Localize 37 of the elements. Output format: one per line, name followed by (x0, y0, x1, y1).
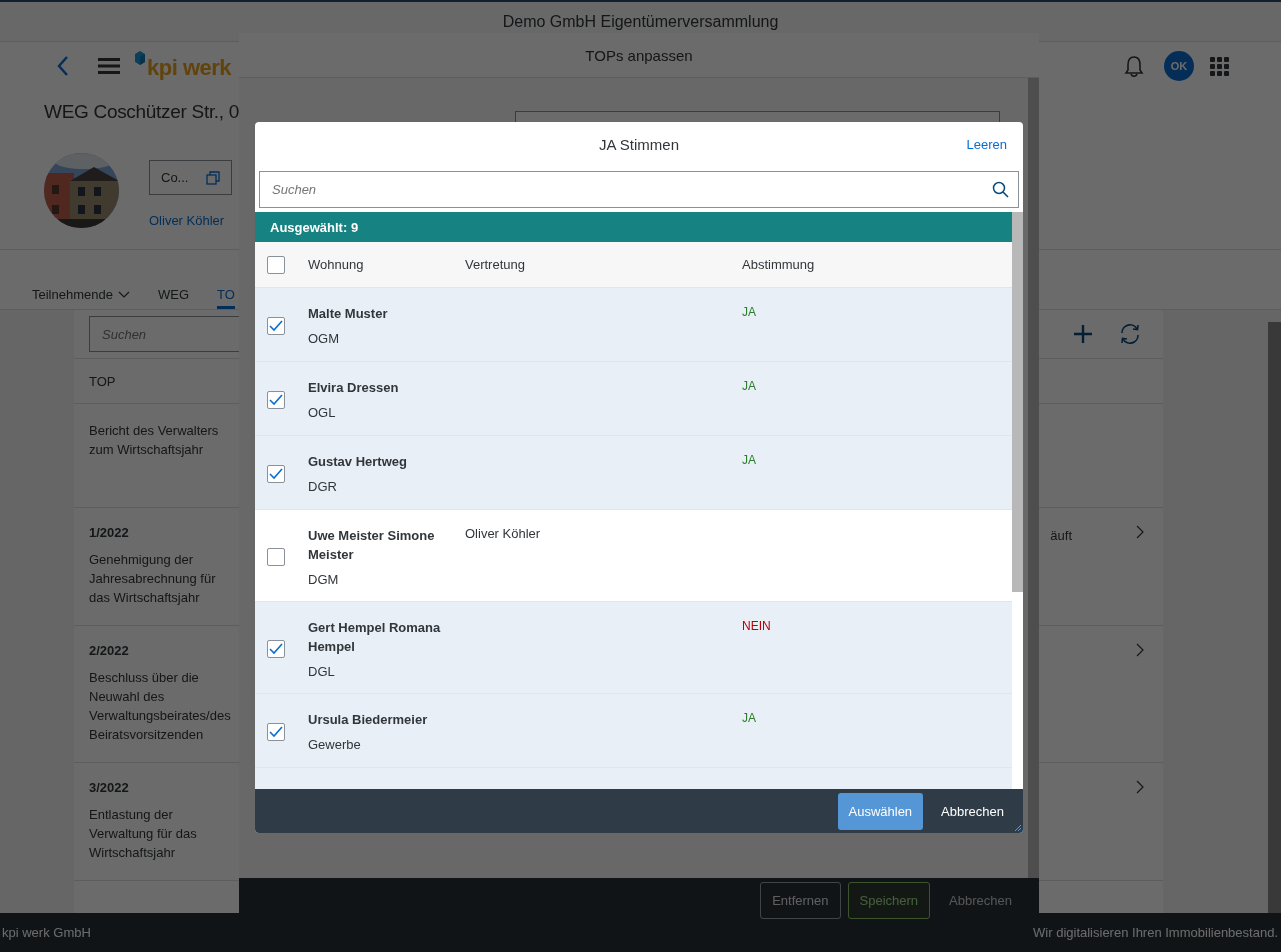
item-title: Bericht des Verwalters zum Wirtschaftsjahr (89, 422, 220, 459)
slogan: Wir digitalisieren Ihren Immobilienbestand. (1033, 925, 1278, 940)
item-title: Beschluss über die Neuwahl des Verwaltungsbeirates/des Beiratsvorsitzenden (89, 669, 229, 744)
company-name: kpi werk GmbH (2, 925, 91, 940)
item-number: 1/2022 (89, 525, 130, 540)
object-title: WEG Coschützer Str., 0 (44, 101, 241, 123)
vote-text: NEIN (742, 619, 771, 633)
column-header: Abstimmung (742, 257, 815, 272)
owner-name: Gustav Hertweg (308, 453, 408, 471)
app-title: Demo GmbH Eigentümerversammlung (502, 12, 779, 31)
unit-text: OGM (308, 331, 341, 346)
column-header: Vertretung (465, 257, 525, 272)
dialog-title: TOPs anpassen (239, 33, 1039, 78)
owner-name: Ursula Biedermeier (308, 711, 429, 729)
unit-text: OGL (308, 405, 337, 420)
column-header: TOP (89, 373, 116, 389)
item-title: Genehmigung der Jahresabrechnung für das Wirtschaftsjahr (89, 551, 217, 607)
info-bar: Ausgewählt: 9 (255, 212, 1012, 242)
column-header: Wohnung (308, 257, 364, 272)
vote-text: JA (742, 305, 756, 319)
vote-text: JA (742, 379, 756, 393)
unit-text: Gewerbe (308, 737, 362, 752)
unit-text: DGM (308, 572, 340, 587)
owner-name: Elvira Dressen (308, 379, 400, 397)
item-title: Entlastung der Verwaltung für das Wirtschaftsjahr (89, 806, 198, 862)
owner-name: Uwe Meister Simone Meister (308, 527, 436, 564)
vote-text: JA (742, 453, 756, 467)
vote-text: JA (742, 711, 756, 725)
item-number: 3/2022 (89, 780, 130, 795)
owner-name: Malte Muster (308, 305, 389, 323)
dialog-title: JA Stimmen (599, 136, 679, 153)
item-number: 2/2022 (89, 643, 130, 658)
unit-text: DGR (308, 479, 338, 494)
owner-name: Gert Hempel Romana Hempel (308, 619, 442, 656)
status-text: äuft (1050, 528, 1072, 543)
proxy-name: Oliver Köhler (465, 526, 541, 541)
unit-text: DGL (308, 664, 336, 679)
